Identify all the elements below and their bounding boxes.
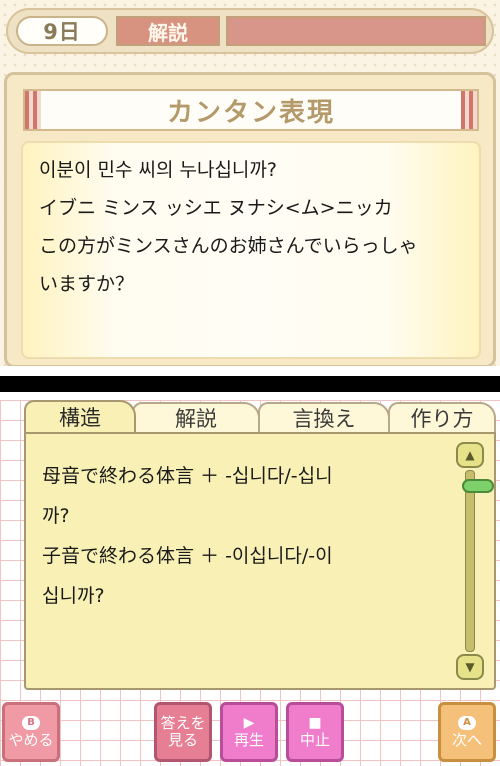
- screen-divider: [0, 376, 500, 392]
- show-answer-label-1: 答えを: [160, 714, 206, 732]
- translation-line-1: この方がミンスさんのお姉さんでいらっしゃ: [39, 235, 418, 257]
- scroll-thumb[interactable]: [462, 479, 494, 493]
- tab-howto[interactable]: 作り方: [388, 402, 496, 432]
- korean-sentence: 이분이 민수 씨의 누나십니까?: [39, 159, 277, 181]
- tab-paraphrase[interactable]: 言換え: [258, 402, 390, 432]
- pronunciation-line: イブニ ミンス ッシエ ヌナシ<ム>ニッカ: [39, 197, 393, 219]
- play-button[interactable]: ▶ 再生: [220, 702, 278, 762]
- rule-vowel-line-2: 까?: [42, 505, 70, 527]
- scroll-track[interactable]: [462, 470, 494, 652]
- expression-title-box: カンタン表現: [23, 89, 479, 131]
- expression-title: カンタン表現: [166, 97, 335, 128]
- tab-explanation[interactable]: 解説: [132, 402, 260, 432]
- stop-label: 中止: [299, 730, 330, 749]
- arrow-down-icon: ▼: [465, 660, 475, 674]
- show-answer-label-2: 見る: [167, 731, 198, 749]
- top-screen: 9日 解説 カンタン表現 이분이 민수 씨의 누나십니까? イブニ ミンス ッシ…: [0, 0, 500, 366]
- play-label: 再生: [233, 730, 264, 749]
- scroll-up-button[interactable]: ▲: [456, 442, 484, 468]
- scrollbar[interactable]: ▲ ▼: [456, 442, 494, 680]
- screen-gap: [0, 366, 500, 400]
- tab-bar: 構造 解説 言換え 作り方: [24, 400, 496, 434]
- scroll-down-button[interactable]: ▼: [456, 654, 484, 680]
- rule-consonant-line-2: 십니까?: [42, 585, 105, 607]
- content-panel: 母音で終わる体言 ＋ -십니다/-십니 까? 子音で終わる体言 ＋ -이십니다/…: [24, 432, 496, 690]
- day-label: 9日: [16, 16, 108, 46]
- next-label: 次へ: [451, 730, 482, 749]
- stop-button[interactable]: ■ 中止: [286, 702, 344, 762]
- play-icon: ▶: [243, 714, 255, 731]
- rule-vowel-line-1: 母音で終わる体言 ＋ -십니다/-십니: [42, 465, 333, 487]
- expression-body: 이분이 민수 씨의 누나십니까? イブニ ミンス ッシエ ヌナシ<ム>ニッカ こ…: [21, 141, 481, 359]
- bottom-screen: 構造 解説 言換え 作り方 母音で終わる体言 ＋ -십니다/-십니 까? 子音で…: [0, 400, 500, 766]
- quit-button[interactable]: B やめる: [2, 702, 60, 762]
- a-key-icon: A: [458, 715, 476, 730]
- arrow-up-icon: ▲: [465, 448, 475, 462]
- expression-panel: カンタン表現 이분이 민수 씨의 누나십니까? イブニ ミンス ッシエ ヌナシ<…: [4, 72, 496, 366]
- content-text: 母音で終わる体言 ＋ -십니다/-십니 까? 子音で終わる体言 ＋ -이십니다/…: [42, 456, 442, 616]
- stop-icon: ■: [308, 714, 322, 731]
- header-bar: 9日 解説: [6, 8, 494, 54]
- section-label: 解説: [116, 16, 220, 46]
- translation-line-2: いますか？: [39, 273, 135, 295]
- section-bar: [226, 16, 486, 46]
- b-key-icon: B: [22, 715, 40, 730]
- tab-structure[interactable]: 構造: [24, 400, 136, 432]
- title-stripe-right: [461, 91, 477, 129]
- next-button[interactable]: A 次へ: [438, 702, 496, 762]
- quit-label: やめる: [8, 730, 54, 749]
- rule-consonant-line-1: 子音で終わる体言 ＋ -이십니다/-이: [42, 545, 333, 567]
- show-answer-button[interactable]: 答えを 見る: [154, 702, 212, 762]
